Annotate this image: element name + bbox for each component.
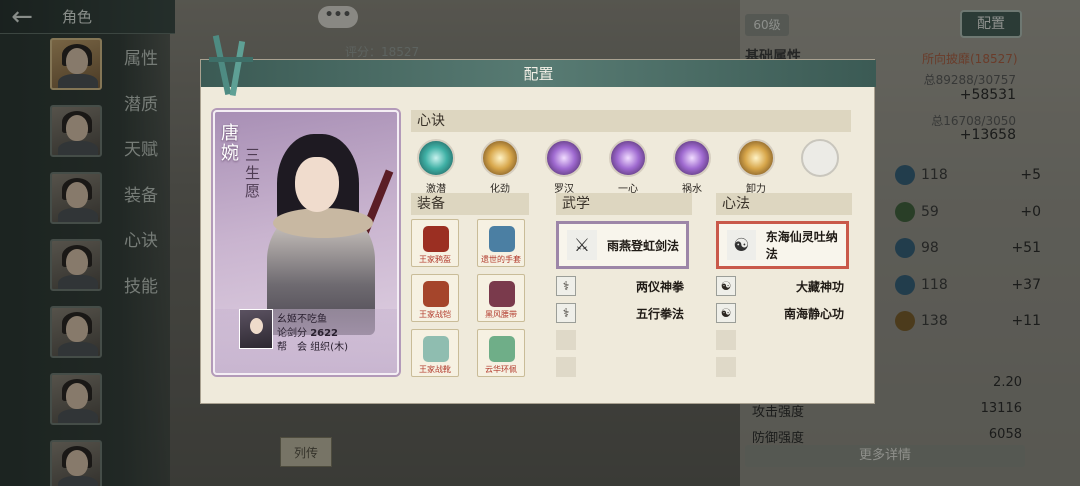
player-name: 幺姬不吃鱼 bbox=[277, 314, 327, 325]
xinjue-title: 心诀 bbox=[411, 110, 851, 132]
sword-score-row: 论剑分 2622 bbox=[277, 324, 338, 339]
meditation-icon: ☯ bbox=[716, 303, 736, 323]
wuxue-title: 武学 bbox=[556, 193, 692, 215]
xinjue-icon[interactable] bbox=[481, 139, 519, 177]
fist-icon: ⚕ bbox=[556, 276, 576, 296]
xinjue-icon[interactable] bbox=[609, 139, 647, 177]
xinfa-sub-skill[interactable]: ☯ 南海静心功 bbox=[716, 303, 844, 323]
character-face bbox=[295, 157, 339, 212]
xinjue-icon[interactable] bbox=[673, 139, 711, 177]
meditation-icon: ☯ bbox=[727, 230, 756, 260]
guild-row: 帮 会 组织(木) bbox=[277, 338, 348, 353]
equipment-item-icon bbox=[489, 226, 515, 252]
empty-skill-slot[interactable] bbox=[716, 357, 736, 377]
xinfa-main-name: 东海仙灵吐纳法 bbox=[765, 230, 838, 261]
guild-label: 帮 会 bbox=[277, 342, 307, 353]
wuxue-main-name: 雨燕登虹剑法 bbox=[607, 238, 680, 253]
modal-title: 配置 bbox=[523, 65, 554, 83]
equipment-label: 王家战靴 bbox=[419, 365, 451, 374]
xinfa-sub-skill[interactable]: ☯ 大藏神功 bbox=[716, 276, 844, 296]
wuxue-sub-name: 五行拳法 bbox=[635, 306, 684, 321]
empty-skill-slot[interactable] bbox=[716, 330, 736, 350]
equipment-item-icon bbox=[423, 336, 449, 362]
sword-ornament-icon bbox=[209, 35, 253, 97]
meditation-icon: ☯ bbox=[716, 276, 736, 296]
config-modal: 配置 唐婉 三生愿 幺姬不吃鱼 论剑分 2622 帮 会 组织(木) 心诀 激潜… bbox=[200, 35, 876, 404]
equipment-label: 王家战铠 bbox=[419, 310, 451, 319]
wuxue-sub-skill[interactable]: ⚕ 五行拳法 bbox=[556, 303, 684, 323]
empty-skill-slot[interactable] bbox=[556, 357, 576, 377]
modal-header: 配置 bbox=[201, 60, 876, 87]
wuxue-sub-name: 两仪神拳 bbox=[635, 279, 684, 294]
xinjue-icon[interactable] bbox=[417, 139, 455, 177]
character-name: 唐婉 bbox=[221, 123, 239, 164]
equipment-slot[interactable]: 王家战靴 bbox=[411, 329, 459, 377]
wuxue-sub-skill[interactable]: ⚕ 两仪神拳 bbox=[556, 276, 684, 296]
xinfa-sub-name: 南海静心功 bbox=[783, 306, 844, 321]
xinjue-icon[interactable] bbox=[737, 139, 775, 177]
wuxue-main-skill[interactable]: ⚔ 雨燕登虹剑法 bbox=[556, 221, 689, 269]
equipment-label: 遗世的手套 bbox=[481, 255, 521, 264]
character-subtitle: 三生愿 bbox=[245, 146, 261, 200]
equipment-item-icon bbox=[423, 281, 449, 307]
guild-name: 组织(木) bbox=[310, 342, 348, 353]
xinfa-title: 心法 bbox=[716, 193, 852, 215]
xinfa-main-skill[interactable]: ☯ 东海仙灵吐纳法 bbox=[716, 221, 849, 269]
character-fur-collar bbox=[273, 208, 373, 238]
equipment-slot[interactable]: 云华环佩 bbox=[477, 329, 525, 377]
equipment-item-icon bbox=[489, 336, 515, 362]
equipment-item-icon bbox=[423, 226, 449, 252]
equipment-label: 王家鸦盔 bbox=[419, 255, 451, 264]
martial-art-icon: ⚔ bbox=[567, 230, 597, 260]
fist-icon: ⚕ bbox=[556, 303, 576, 323]
empty-skill-slot[interactable] bbox=[556, 330, 576, 350]
equipment-label: 黑风腰带 bbox=[485, 310, 517, 319]
equipment-slot[interactable]: 王家鸦盔 bbox=[411, 219, 459, 267]
empty-xinjue-slot[interactable] bbox=[801, 139, 839, 177]
equipment-title: 装备 bbox=[411, 193, 529, 215]
player-avatar bbox=[239, 309, 273, 349]
xinjue-icon[interactable] bbox=[545, 139, 583, 177]
equipment-slot[interactable]: 王家战铠 bbox=[411, 274, 459, 322]
xinfa-sub-name: 大藏神功 bbox=[795, 279, 844, 294]
character-card[interactable]: 唐婉 三生愿 幺姬不吃鱼 论剑分 2622 帮 会 组织(木) bbox=[213, 110, 399, 375]
equipment-slot[interactable]: 遗世的手套 bbox=[477, 219, 525, 267]
equipment-label: 云华环佩 bbox=[485, 365, 517, 374]
equipment-item-icon bbox=[489, 281, 515, 307]
equipment-slot[interactable]: 黑风腰带 bbox=[477, 274, 525, 322]
